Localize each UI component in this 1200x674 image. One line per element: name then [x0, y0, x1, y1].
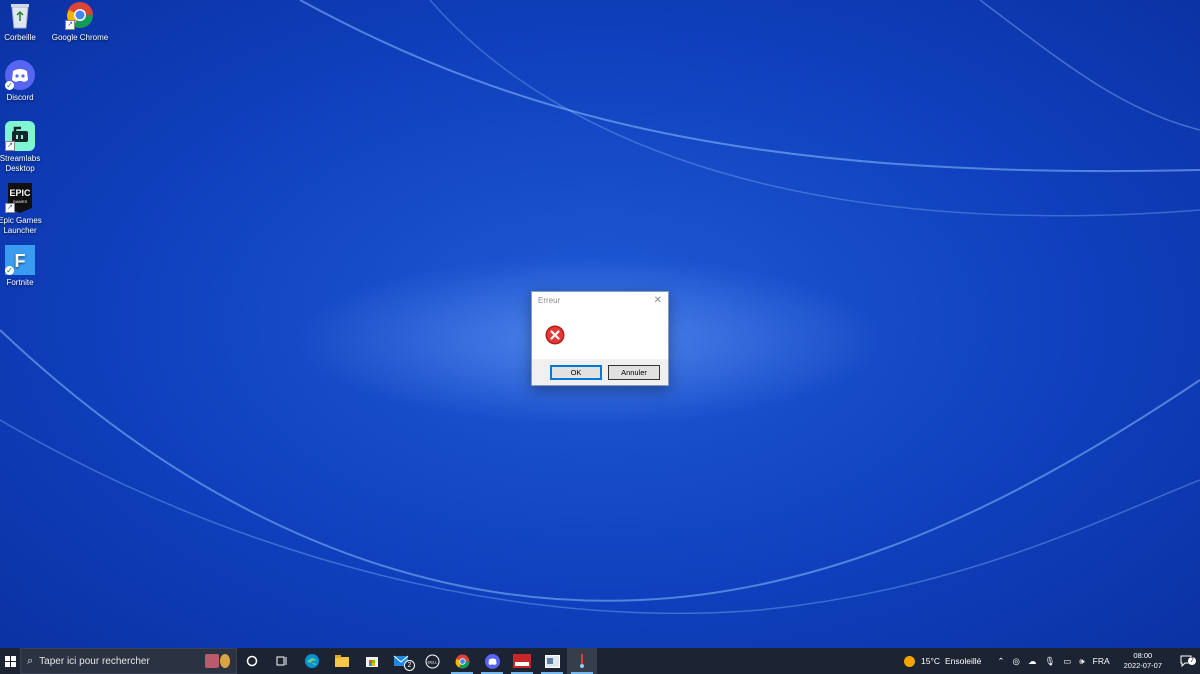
taskbar-search[interactable]: ⌕ Taper ici pour rechercher	[20, 648, 237, 674]
task-view-button[interactable]	[267, 648, 297, 674]
chrome-icon: ↗	[65, 0, 95, 30]
shortcut-arrow-icon: ↗	[5, 141, 15, 151]
start-button[interactable]	[0, 648, 20, 674]
webcam-icon[interactable]: ◎	[1009, 656, 1024, 667]
network-icon[interactable]: ▭	[1059, 656, 1075, 667]
discord-icon	[484, 653, 500, 669]
cancel-button[interactable]: Annuler	[608, 364, 660, 380]
error-icon	[545, 325, 565, 345]
search-highlight-icon	[205, 654, 230, 668]
desktop[interactable]: Corbeille ↗ Google Chrome ✓ Discord ↗ St…	[0, 0, 1200, 648]
weather-widget[interactable]: 15°C Ensoleillé	[900, 655, 985, 667]
desktop-icon-label: Epic Games Launcher	[0, 216, 42, 235]
epic-logo-text: EPIC	[9, 188, 31, 198]
fortnite-logo-text: F	[15, 251, 26, 271]
edge-icon	[305, 654, 319, 668]
sun-icon	[904, 655, 915, 667]
weather-condition: Ensoleillé	[945, 656, 982, 666]
file-explorer-icon	[335, 655, 349, 667]
microphone-icon[interactable]: 🎙	[1040, 656, 1059, 667]
close-icon[interactable]: ✕	[654, 295, 662, 306]
desktop-icon-label: Fortnite	[6, 278, 34, 287]
desktop-icon-label: Google Chrome	[51, 33, 109, 42]
dell-icon: DELL	[425, 654, 439, 668]
sync-check-icon: ✓	[5, 81, 14, 90]
clock-time: 08:00	[1133, 651, 1153, 660]
cortana-icon	[246, 655, 258, 667]
notification-count: 7	[1188, 657, 1196, 665]
taskbar-file-explorer[interactable]	[327, 648, 357, 674]
desktop-icon-chrome[interactable]: ↗ Google Chrome	[44, 0, 116, 43]
dialog-body	[532, 308, 668, 358]
svg-text:DELL: DELL	[427, 659, 438, 664]
taskbar-store[interactable]	[357, 648, 387, 674]
search-placeholder: Taper ici pour rechercher	[39, 655, 150, 667]
taskbar-edge[interactable]	[297, 648, 327, 674]
discord-icon: ✓	[5, 60, 35, 90]
streamlabs-icon: ↗	[5, 121, 35, 151]
ok-button[interactable]: OK	[550, 364, 602, 380]
taskbar-discord[interactable]	[477, 648, 507, 674]
taskbar-mail[interactable]: 2	[387, 648, 417, 674]
desktop-icon-streamlabs[interactable]: ↗ Streamlabs Desktop	[0, 121, 56, 174]
taskbar-chrome[interactable]	[447, 648, 477, 674]
weather-temp: 15°C	[921, 656, 940, 666]
error-dialog[interactable]: Erreur ✕ OK Annuler	[531, 291, 669, 386]
language-indicator[interactable]: FRA	[1089, 656, 1114, 666]
task-view-icon	[276, 656, 287, 666]
chrome-icon	[455, 654, 469, 668]
taskbar-error-app[interactable]	[567, 648, 597, 674]
mail-badge: 2	[404, 660, 415, 671]
shortcut-arrow-icon: ↗	[65, 20, 75, 30]
microsoft-store-icon	[366, 657, 378, 667]
cortana-button[interactable]	[237, 648, 267, 674]
app-window-icon	[544, 654, 560, 668]
volume-icon[interactable]: 🕪	[1075, 656, 1088, 667]
chevron-up-icon[interactable]: ⌃	[993, 656, 1008, 667]
shortcut-arrow-icon: ↗	[5, 203, 15, 213]
dialog-title: Erreur	[538, 295, 561, 305]
desktop-icon-discord[interactable]: ✓ Discord	[0, 60, 56, 103]
search-icon: ⌕	[27, 654, 34, 667]
notification-button[interactable]: 7	[1172, 655, 1200, 667]
system-tray: 15°C Ensoleillé ⌃ ◎ ☁ 🎙 ▭ 🕪 FRA 08:00 20…	[900, 648, 1200, 674]
desktop-icon-fortnite[interactable]: F ✓ Fortnite	[0, 245, 56, 288]
desktop-icon-label: Streamlabs Desktop	[0, 154, 41, 173]
desktop-icon-label: Corbeille	[4, 33, 36, 42]
taskbar-dell[interactable]: DELL	[417, 648, 447, 674]
taskbar-app-window[interactable]	[537, 648, 567, 674]
taskbar: ⌕ Taper ici pour rechercher 2 DELL 15°C …	[0, 648, 1200, 674]
epic-games-icon: EPIC GAMES ↗	[5, 183, 35, 213]
dialog-footer: OK Annuler	[532, 359, 668, 385]
game-icon	[513, 654, 531, 668]
clock-date: 2022-07-07	[1123, 661, 1162, 670]
desktop-icon-label: Discord	[6, 93, 34, 102]
windows-icon	[4, 655, 16, 667]
recycle-bin-icon	[5, 0, 35, 30]
sync-check-icon: ✓	[5, 266, 14, 275]
fortnite-icon: F ✓	[5, 245, 35, 275]
taskbar-game[interactable]	[507, 648, 537, 674]
desktop-icon-epic-games[interactable]: EPIC GAMES ↗ Epic Games Launcher	[0, 183, 56, 236]
dialog-titlebar[interactable]: Erreur ✕	[532, 292, 668, 308]
error-app-icon	[580, 654, 584, 668]
onedrive-icon[interactable]: ☁	[1024, 656, 1041, 667]
clock[interactable]: 08:00 2022-07-07	[1114, 651, 1172, 671]
